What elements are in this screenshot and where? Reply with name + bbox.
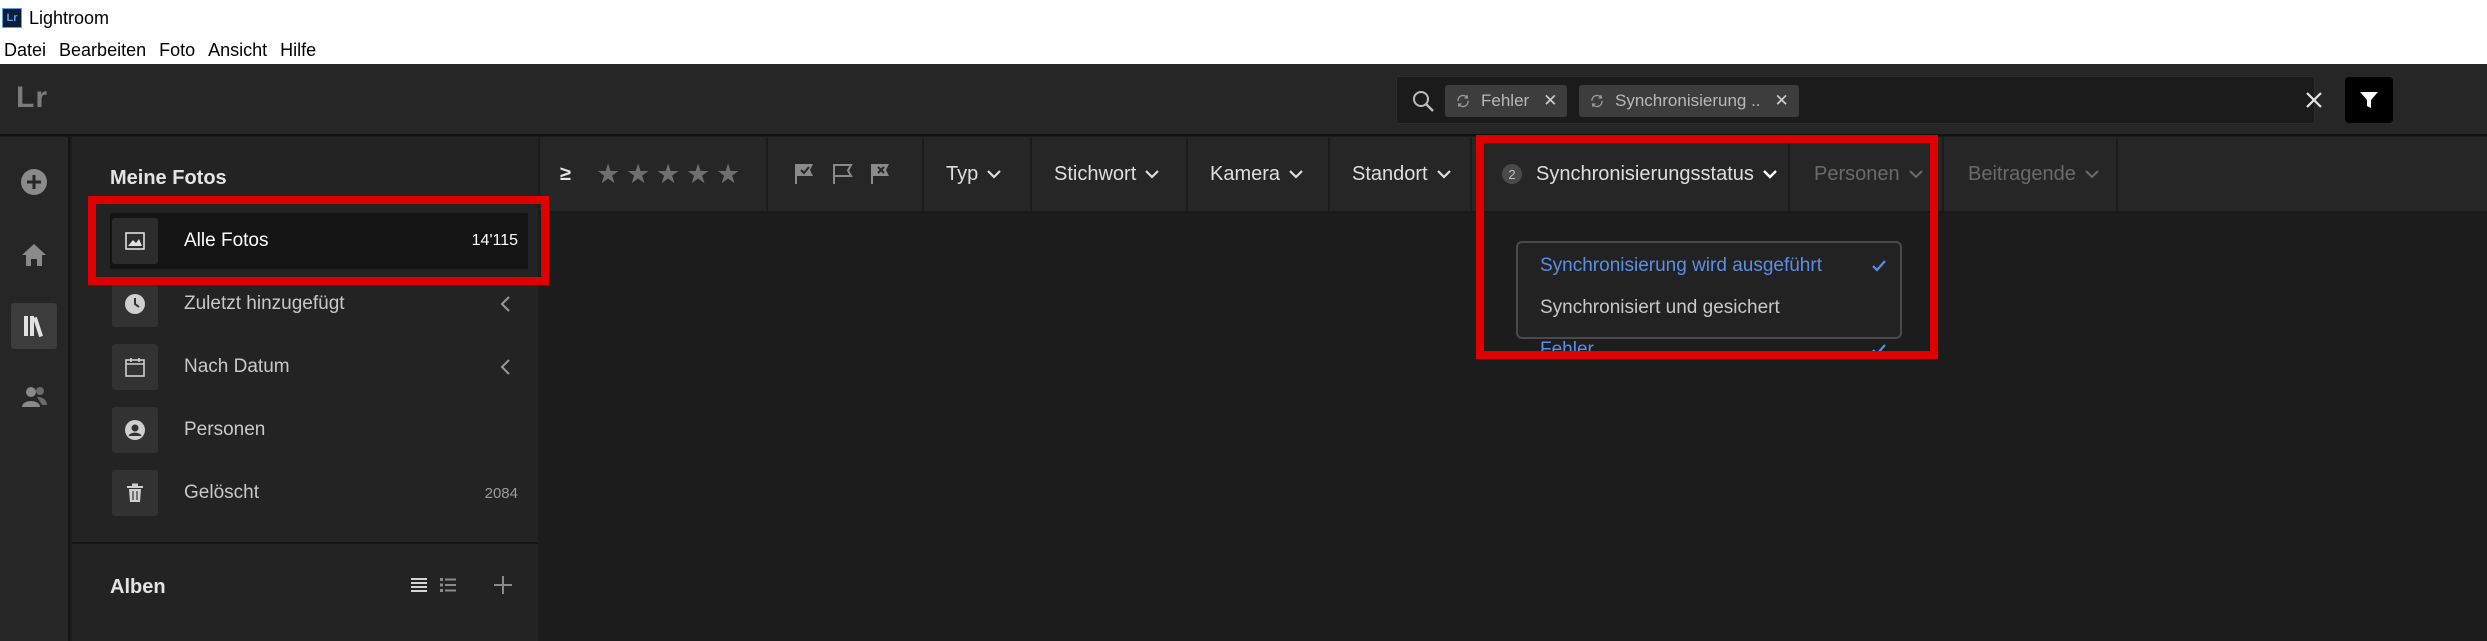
chip-remove-icon[interactable]: ✕ xyxy=(1775,91,1789,111)
albums-heading: Alben xyxy=(110,576,166,598)
people-button[interactable] xyxy=(11,374,57,420)
sidebar-item-people[interactable]: Personen xyxy=(110,402,528,458)
sidebar-item-deleted[interactable]: Gelöscht 2084 xyxy=(110,465,528,521)
home-button[interactable] xyxy=(11,232,57,278)
menu-foto[interactable]: Foto xyxy=(159,40,195,61)
filter-location[interactable]: Standort xyxy=(1352,137,1452,211)
star-icon[interactable]: ★ xyxy=(716,159,740,190)
filter-contributors: Beitragende xyxy=(1968,137,2100,211)
sync-icon xyxy=(1457,94,1469,108)
search-input[interactable]: Fehler ✕ Synchronisierung .. ✕ xyxy=(1396,76,2322,124)
search-chip-label: Synchronisierung .. xyxy=(1615,91,1761,110)
rating-operator[interactable]: ≥ xyxy=(560,163,571,186)
clock-icon xyxy=(112,281,158,327)
filter-keyword[interactable]: Stichwort xyxy=(1054,137,1160,211)
chevron-down-icon xyxy=(1145,170,1160,179)
app-header: Lr Fehler ✕ Synchronisierung .. ✕ xyxy=(0,64,2487,136)
sidebar-item-by-date[interactable]: Nach Datum xyxy=(110,339,528,395)
filter-separator xyxy=(1030,137,1032,211)
add-photos-button[interactable] xyxy=(11,159,57,205)
chevron-left-icon[interactable] xyxy=(496,357,516,377)
list-view-icon[interactable] xyxy=(410,576,428,594)
picked-flag-icon[interactable] xyxy=(792,161,818,187)
sidebar-item-label: Personen xyxy=(184,419,266,440)
library-books-icon xyxy=(24,316,43,338)
clear-search-icon[interactable] xyxy=(2302,88,2326,112)
filter-separator xyxy=(2116,137,2118,211)
sidebar-item-label: Gelöscht xyxy=(184,482,259,503)
menu-bar: Datei Bearbeiten Foto Ansicht Hilfe xyxy=(0,36,2487,64)
lr-logo: Lr xyxy=(16,81,48,114)
star-icon[interactable]: ★ xyxy=(686,159,710,190)
star-icon[interactable]: ★ xyxy=(596,159,620,190)
add-album-icon[interactable] xyxy=(493,575,513,595)
filter-camera-label: Kamera xyxy=(1210,162,1281,185)
lightroom-app-icon: Lr xyxy=(2,8,22,28)
trash-icon xyxy=(112,470,158,516)
menu-hilfe[interactable]: Hilfe xyxy=(280,40,316,61)
highlight-box-all-photos xyxy=(88,196,549,285)
funnel-icon xyxy=(2360,92,2378,108)
filter-button[interactable] xyxy=(2345,77,2393,123)
highlight-box-sync-filter xyxy=(1476,135,1938,359)
add-circle-icon xyxy=(21,169,47,195)
filter-separator xyxy=(766,137,768,211)
calendar-icon xyxy=(112,344,158,390)
search-icon xyxy=(1413,91,1434,112)
chip-remove-icon[interactable]: ✕ xyxy=(1543,91,1557,111)
menu-datei[interactable]: Datei xyxy=(4,40,46,61)
chevron-left-icon[interactable] xyxy=(496,294,516,314)
home-icon xyxy=(22,244,46,266)
left-rail xyxy=(0,137,70,641)
detail-list-icon[interactable] xyxy=(439,576,457,594)
rejected-flag-icon[interactable] xyxy=(868,161,894,187)
sidebar-item-label: Zuletzt hinzugefügt xyxy=(184,293,345,314)
filter-separator xyxy=(922,137,924,211)
filter-separator xyxy=(1942,137,1944,211)
chevron-down-icon xyxy=(1289,170,1303,179)
chevron-down-icon xyxy=(2085,170,2099,179)
deleted-count: 2084 xyxy=(484,484,518,502)
filter-type[interactable]: Typ xyxy=(946,137,1002,211)
search-chip-fehler[interactable]: Fehler ✕ xyxy=(1445,85,1568,117)
person-icon xyxy=(112,407,158,453)
search-chip-sync[interactable]: Synchronisierung .. ✕ xyxy=(1579,85,1799,117)
menu-bearbeiten[interactable]: Bearbeiten xyxy=(59,40,146,61)
chevron-down-icon xyxy=(1436,170,1451,179)
my-photos-heading: Meine Fotos xyxy=(110,167,227,189)
unflagged-icon[interactable] xyxy=(830,161,856,187)
filter-keyword-label: Stichwort xyxy=(1054,162,1137,185)
filter-location-label: Standort xyxy=(1352,162,1428,185)
window-titlebar: Lr Lightroom xyxy=(0,0,2487,36)
filter-contributors-label: Beitragende xyxy=(1968,162,2076,185)
filter-camera[interactable]: Kamera xyxy=(1210,137,1304,211)
filter-separator xyxy=(1186,137,1188,211)
filter-separator xyxy=(1470,137,1472,211)
library-button[interactable] xyxy=(11,303,57,349)
sync-icon xyxy=(1591,94,1603,108)
star-icon[interactable]: ★ xyxy=(626,159,650,190)
filter-type-label: Typ xyxy=(946,162,979,185)
people-icon xyxy=(22,387,47,407)
sidebar-divider xyxy=(72,542,538,544)
search-chip-label: Fehler xyxy=(1481,91,1530,110)
window-title: Lightroom xyxy=(29,7,110,28)
chevron-down-icon xyxy=(987,170,1002,179)
filter-separator xyxy=(1328,137,1330,211)
star-icon[interactable]: ★ xyxy=(656,159,680,190)
sidebar-item-label: Nach Datum xyxy=(184,356,290,377)
menu-ansicht[interactable]: Ansicht xyxy=(208,40,267,61)
